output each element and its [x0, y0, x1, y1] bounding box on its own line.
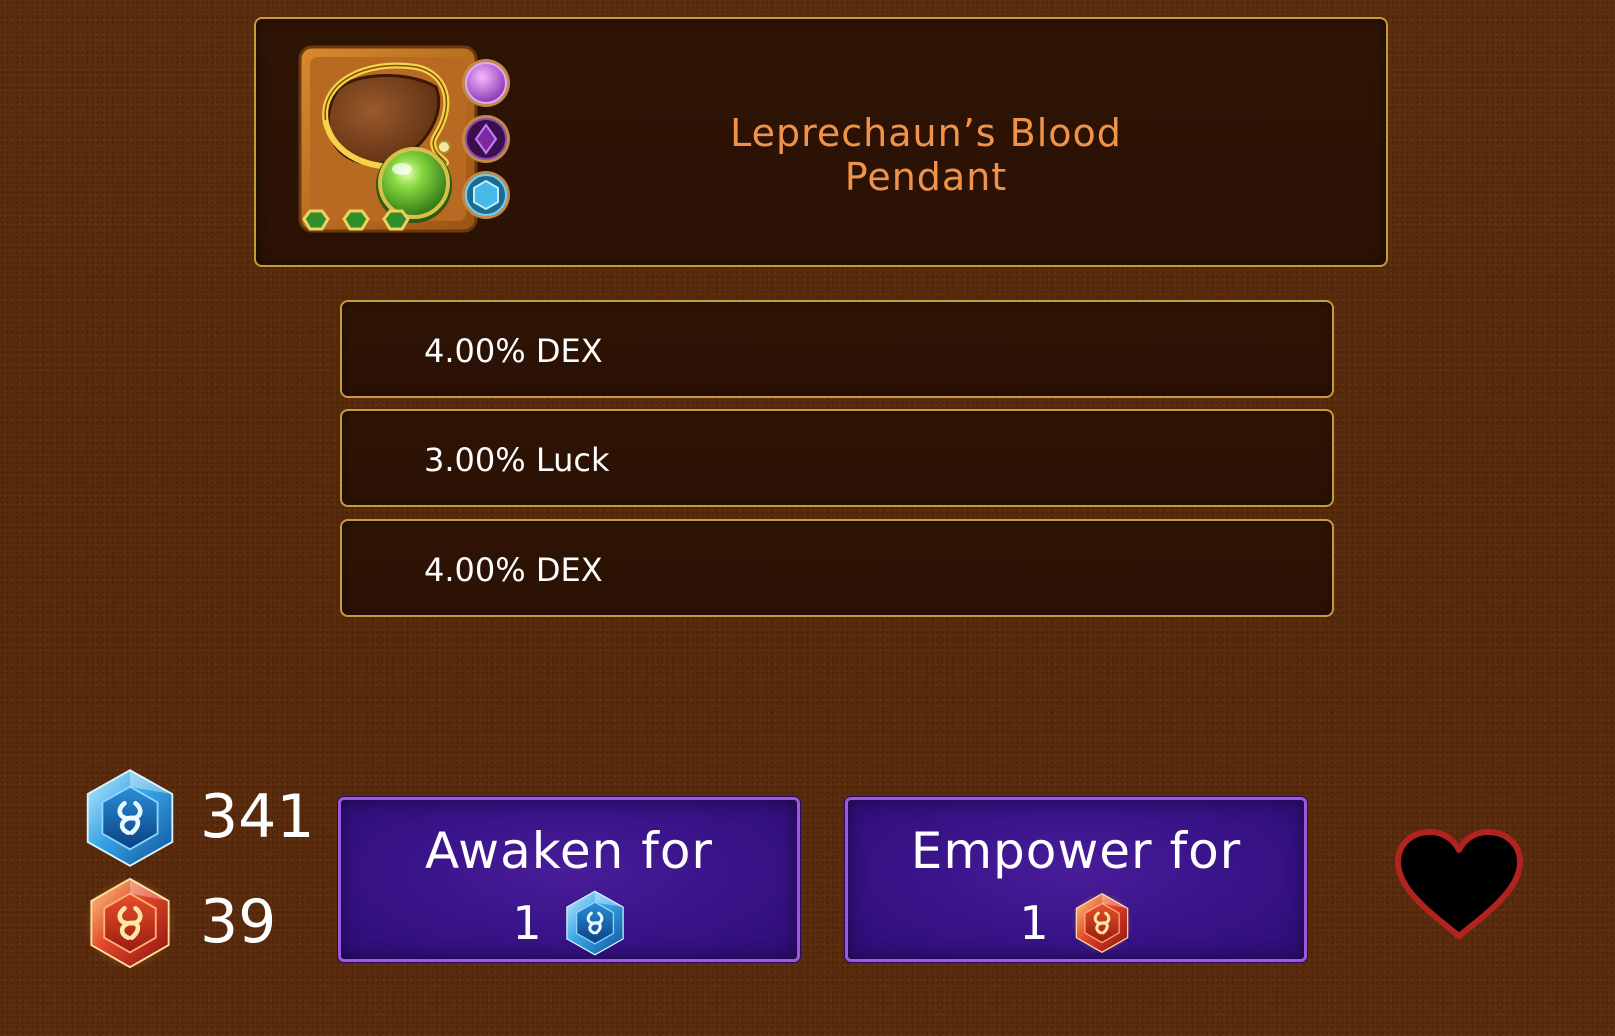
- stat-text: 3.00% Luck: [424, 441, 610, 479]
- stat-row: 4.00% DEX: [340, 519, 1334, 617]
- awaken-button-label: Awaken for: [425, 822, 713, 880]
- awaken-cost-amount: 1: [512, 896, 542, 950]
- star-rating: [302, 209, 410, 231]
- blue-awaken-crystal-icon: [84, 768, 176, 868]
- stat-text: 4.00% DEX: [424, 551, 603, 589]
- empower-button-label: Empower for: [910, 822, 1242, 880]
- heart-icon[interactable]: [1392, 828, 1526, 944]
- stat-text: 4.00% DEX: [424, 332, 603, 370]
- empower-cost-amount: 1: [1019, 896, 1049, 950]
- empower-cost: 1: [848, 888, 1304, 958]
- item-name: Leprechaun’s Blood Pendant: [730, 111, 1122, 199]
- item-header-panel: Leprechaun’s Blood Pendant: [254, 17, 1388, 267]
- blue-awaken-crystal-icon: [564, 890, 626, 956]
- awaken-cost: 1: [341, 888, 797, 958]
- red-empower-crystal-icon: [84, 873, 176, 973]
- red-crystal-balance: 39: [84, 873, 324, 973]
- awaken-button[interactable]: Awaken for 1: [338, 797, 800, 962]
- blue-crystal-balance: 341: [84, 768, 324, 868]
- stat-row: 3.00% Luck: [340, 409, 1334, 507]
- empower-button[interactable]: Empower for 1: [845, 797, 1307, 962]
- pendant-icon: [298, 45, 510, 233]
- stat-row: 4.00% DEX: [340, 300, 1334, 398]
- red-empower-crystal-icon: [1071, 890, 1133, 956]
- red-crystal-count: 39: [200, 887, 277, 957]
- blue-crystal-count: 341: [200, 782, 315, 852]
